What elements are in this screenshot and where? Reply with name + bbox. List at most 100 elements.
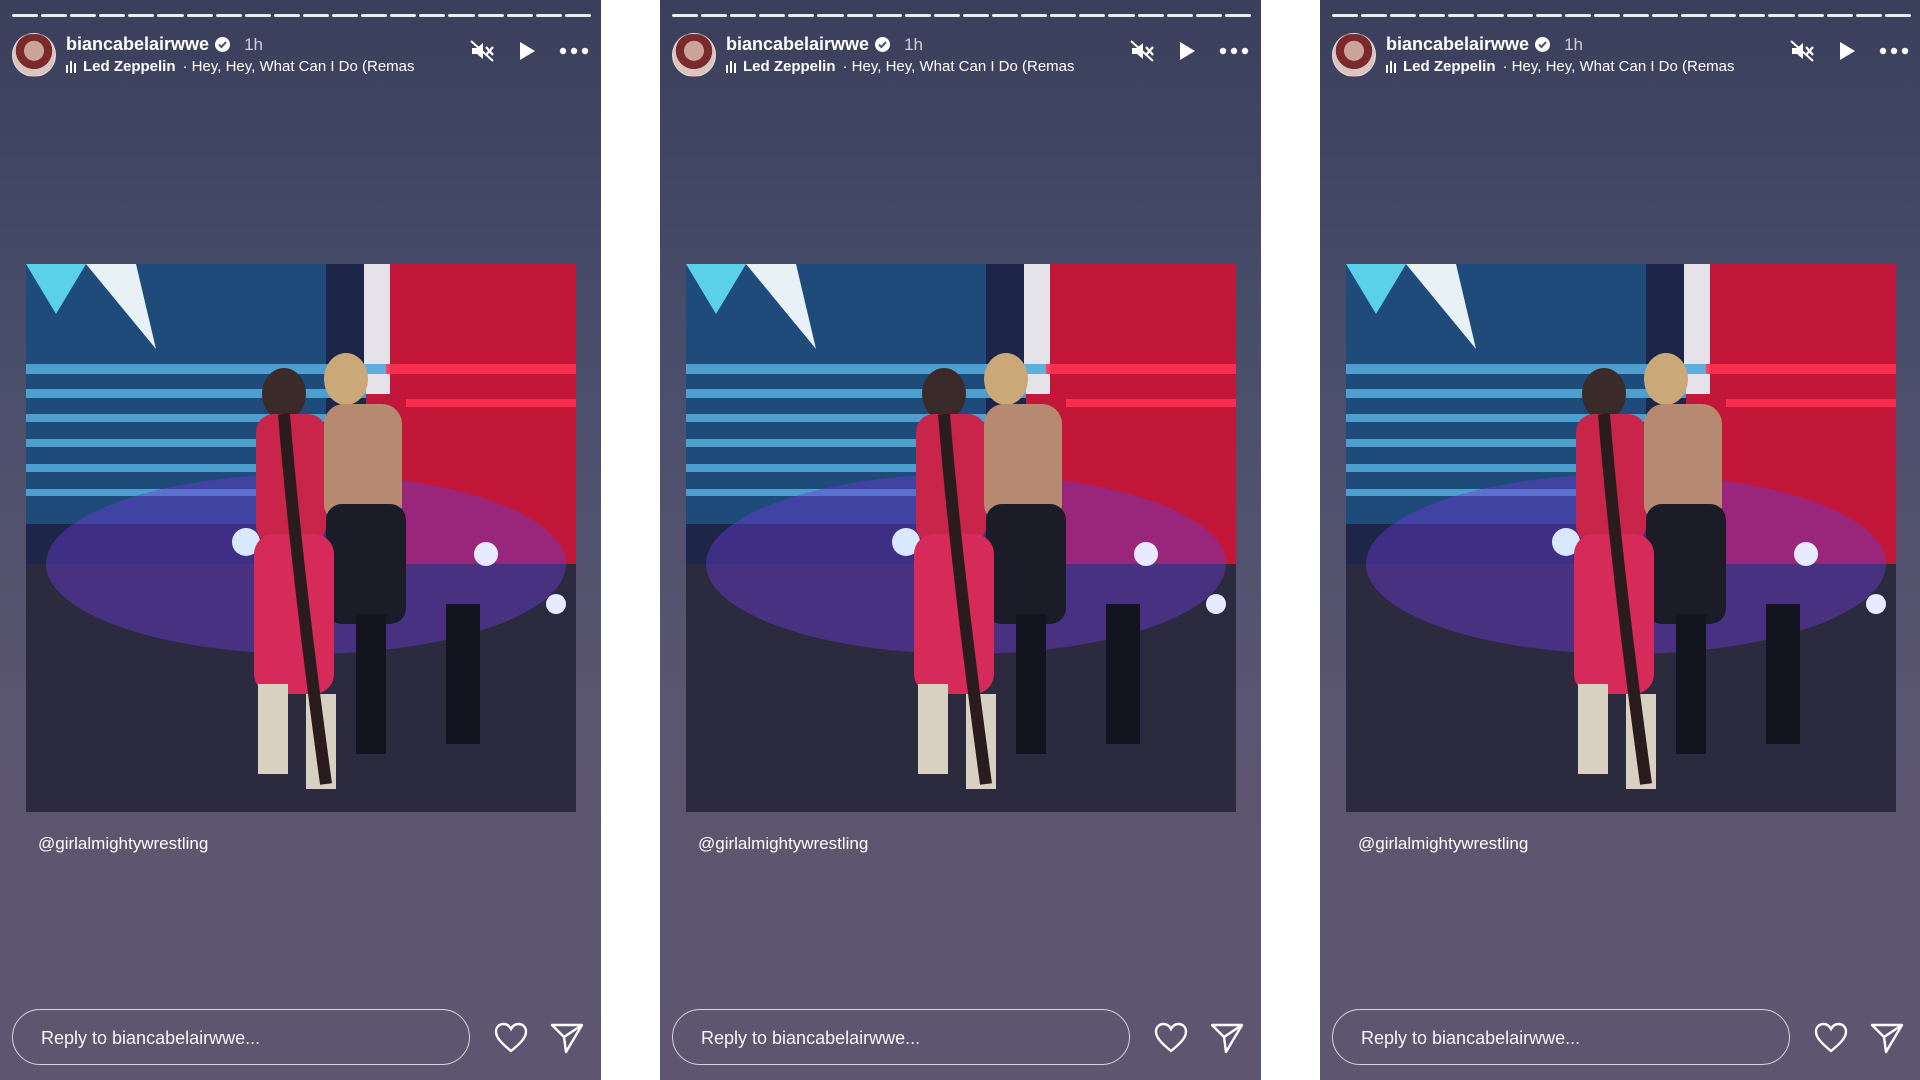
story-header: biancabelairwwe 1h Led Zeppelin · Hey, H…: [12, 33, 589, 77]
progress-segment: [477, 14, 504, 17]
reply-input[interactable]: Reply to biancabelairwwe...: [1332, 1009, 1790, 1065]
progress-segment: [933, 14, 960, 17]
story-progress-bar: [1332, 14, 1911, 17]
username[interactable]: biancabelairwwe: [66, 34, 209, 55]
progress-segment: [1224, 14, 1251, 17]
music-title: · Hey, Hey, What Can I Do (Remas: [842, 58, 1075, 75]
reply-input[interactable]: Reply to biancabelairwwe...: [672, 1009, 1130, 1065]
progress-segment: [1739, 14, 1766, 17]
verified-badge-icon: [1535, 37, 1551, 52]
progress-segment: [1681, 14, 1708, 17]
progress-segment: [1564, 14, 1591, 17]
play-icon[interactable]: [1837, 40, 1857, 62]
progress-segment: [1361, 14, 1388, 17]
speaker-muted-icon[interactable]: [1789, 39, 1815, 63]
progress-segment: [846, 14, 873, 17]
progress-segment: [1622, 14, 1650, 17]
verified-badge-icon: [215, 37, 231, 52]
story-panel[interactable]: biancabelairwwe 1h Led Zeppelin · Hey, H…: [0, 0, 601, 1080]
progress-segment: [817, 14, 844, 17]
username[interactable]: biancabelairwwe: [1386, 34, 1529, 55]
profile-avatar[interactable]: [672, 33, 716, 77]
profile-avatar[interactable]: [1332, 33, 1376, 77]
username-row[interactable]: biancabelairwwe 1h: [1386, 34, 1583, 55]
more-horizontal-icon[interactable]: [1879, 47, 1909, 55]
progress-segment: [564, 14, 591, 17]
more-horizontal-icon[interactable]: [559, 47, 589, 55]
progress-segment: [672, 14, 699, 17]
music-title: · Hey, Hey, What Can I Do (Remas: [182, 58, 415, 75]
play-icon[interactable]: [517, 40, 537, 62]
send-icon[interactable]: [1870, 1022, 1904, 1054]
progress-segment: [215, 14, 242, 17]
music-info[interactable]: Led Zeppelin · Hey, Hey, What Can I Do (…: [726, 58, 1116, 75]
progress-segment: [1419, 14, 1446, 17]
story-controls: [1129, 39, 1249, 63]
speaker-muted-icon[interactable]: [469, 39, 495, 63]
progress-segment: [1855, 14, 1882, 17]
progress-segment: [273, 14, 300, 17]
progress-segment: [1050, 14, 1077, 17]
heart-icon[interactable]: [1154, 1022, 1188, 1054]
progress-segment: [128, 14, 155, 17]
progress-segment: [448, 14, 475, 17]
username-row[interactable]: biancabelairwwe 1h: [726, 34, 923, 55]
post-time: 1h: [904, 34, 923, 54]
progress-segment: [701, 14, 728, 17]
progress-segment: [41, 14, 68, 17]
profile-avatar[interactable]: [12, 33, 56, 77]
speaker-muted-icon[interactable]: [1129, 39, 1155, 63]
music-bars-icon: [726, 60, 736, 73]
music-bars-icon: [66, 60, 76, 73]
heart-icon[interactable]: [494, 1022, 528, 1054]
progress-segment: [70, 14, 97, 17]
story-photo: [1346, 264, 1896, 812]
music-info[interactable]: Led Zeppelin · Hey, Hey, What Can I Do (…: [1386, 58, 1776, 75]
story-controls: [469, 39, 589, 63]
story-panel[interactable]: biancabelairwwe 1h Led Zeppelin · Hey, H…: [660, 0, 1261, 1080]
story-progress-bar: [12, 14, 591, 17]
username[interactable]: biancabelairwwe: [726, 34, 869, 55]
progress-segment: [1195, 14, 1222, 17]
music-info[interactable]: Led Zeppelin · Hey, Hey, What Can I Do (…: [66, 58, 456, 75]
progress-segment: [1593, 14, 1620, 17]
play-icon[interactable]: [1177, 40, 1197, 62]
progress-segment: [1768, 14, 1795, 17]
progress-segment: [1477, 14, 1504, 17]
progress-segment: [361, 14, 388, 17]
progress-segment: [1652, 14, 1679, 17]
progress-segment: [1448, 14, 1475, 17]
story-progress-bar: [672, 14, 1251, 17]
post-time: 1h: [1564, 34, 1583, 54]
heart-icon[interactable]: [1814, 1022, 1848, 1054]
music-artist: Led Zeppelin: [1403, 58, 1496, 75]
username-row[interactable]: biancabelairwwe 1h: [66, 34, 263, 55]
story-panel[interactable]: biancabelairwwe 1h Led Zeppelin · Hey, H…: [1320, 0, 1920, 1080]
progress-segment: [1137, 14, 1164, 17]
progress-segment: [419, 14, 446, 17]
send-icon[interactable]: [550, 1022, 584, 1054]
story-caption[interactable]: @girlalmightywrestling: [38, 834, 208, 854]
progress-segment: [302, 14, 330, 17]
progress-segment: [99, 14, 126, 17]
story-header: biancabelairwwe 1h Led Zeppelin · Hey, H…: [672, 33, 1249, 77]
progress-segment: [759, 14, 786, 17]
progress-segment: [1506, 14, 1533, 17]
progress-segment: [904, 14, 931, 17]
more-horizontal-icon[interactable]: [1219, 47, 1249, 55]
send-icon[interactable]: [1210, 1022, 1244, 1054]
story-caption[interactable]: @girlalmightywrestling: [1358, 834, 1528, 854]
reply-input[interactable]: Reply to biancabelairwwe...: [12, 1009, 470, 1065]
progress-segment: [992, 14, 1019, 17]
story-caption[interactable]: @girlalmightywrestling: [698, 834, 868, 854]
music-artist: Led Zeppelin: [83, 58, 176, 75]
progress-segment: [788, 14, 815, 17]
progress-segment: [157, 14, 184, 17]
music-artist: Led Zeppelin: [743, 58, 836, 75]
progress-segment: [1797, 14, 1824, 17]
progress-segment: [1021, 14, 1048, 17]
music-title: · Hey, Hey, What Can I Do (Remas: [1502, 58, 1735, 75]
progress-segment: [244, 14, 271, 17]
progress-segment: [1108, 14, 1135, 17]
story-photo: [26, 264, 576, 812]
